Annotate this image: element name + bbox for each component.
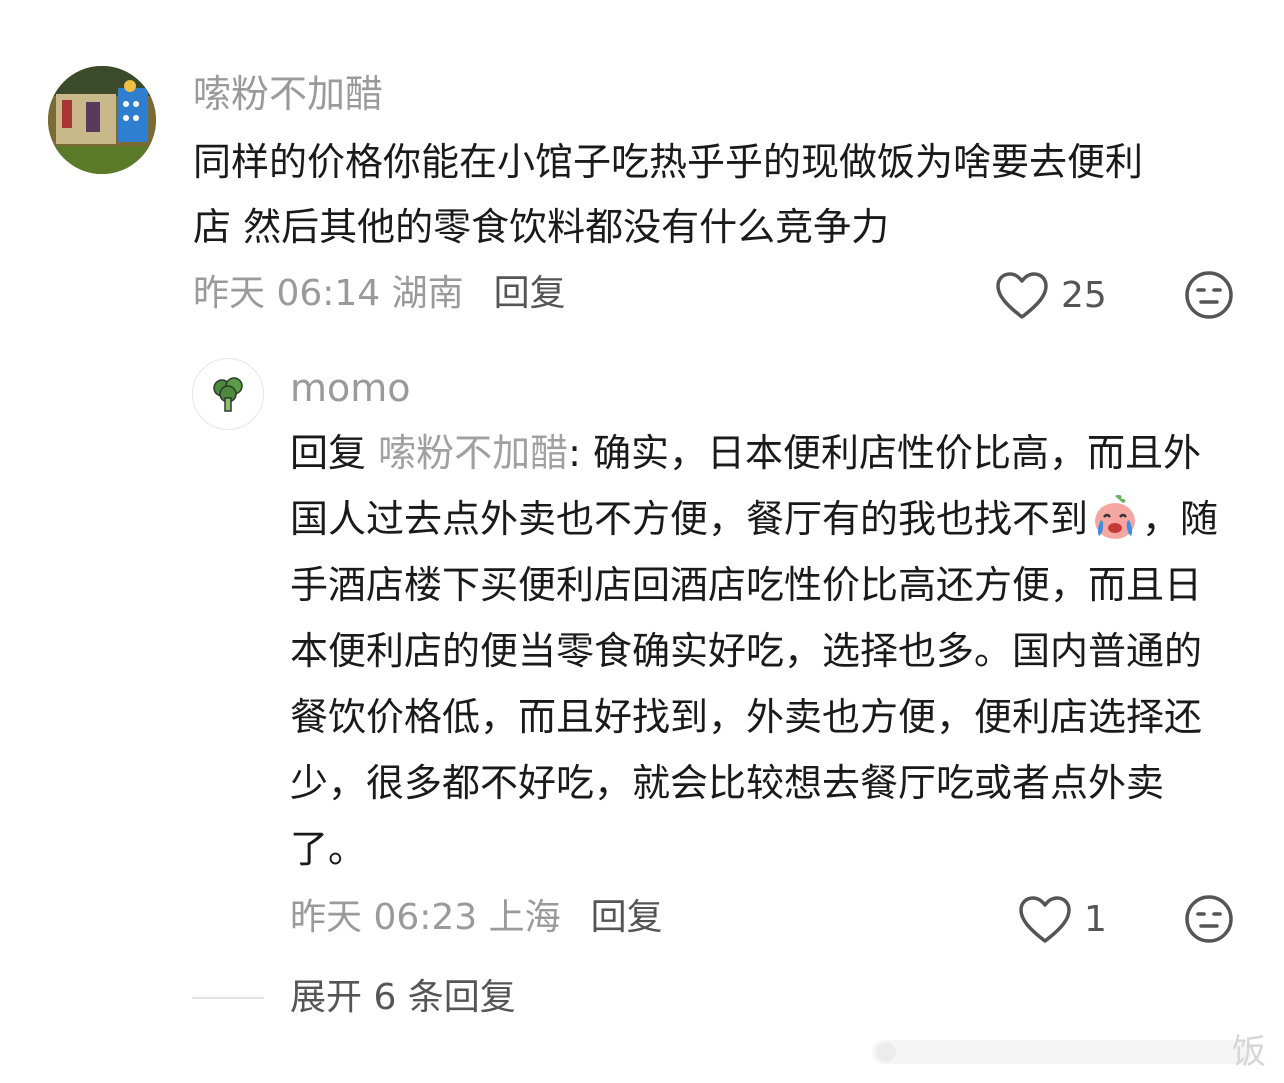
reply-avatar[interactable] xyxy=(192,358,264,430)
reply-time-location: 昨天 06:23 上海 xyxy=(290,897,561,938)
broccoli-icon xyxy=(213,377,243,412)
crying-laughing-emoji xyxy=(1095,495,1136,539)
reply-button[interactable]: 回复 xyxy=(591,897,663,938)
reply-meta: 昨天 06:23 上海 回复 xyxy=(290,890,663,946)
comment-text: 同样的价格你能在小馆子吃热乎乎的现做饭为啥要去便利 店 然后其他的零食饮料都没有… xyxy=(193,130,1253,260)
comment-username[interactable]: 嗦粉不加醋 xyxy=(193,66,383,122)
divider-line xyxy=(192,997,264,999)
neutral-face-icon xyxy=(1185,895,1233,943)
reply-text-part: ，随手酒店楼下买便利店回酒店吃性价比高还方便，而且日本便利店的便当零食确实好吃，… xyxy=(290,497,1219,871)
neutral-face-icon xyxy=(1185,271,1233,319)
like-count: 1 xyxy=(1084,899,1107,940)
dislike-button[interactable] xyxy=(1184,270,1234,320)
comment-time-location: 昨天 06:14 湖南 xyxy=(193,273,464,314)
watermark-logo xyxy=(872,1040,1252,1064)
heart-outline-icon xyxy=(1019,896,1071,943)
watermark-text: 饭 xyxy=(1232,1032,1266,1072)
heart-outline-icon xyxy=(996,272,1048,319)
like-button[interactable]: 1 xyxy=(1018,892,1107,948)
dislike-button[interactable] xyxy=(1184,894,1234,944)
comment-text-line: 店 然后其他的零食饮料都没有什么竞争力 xyxy=(193,205,890,249)
reply-prefix: 回复 xyxy=(290,431,379,475)
reply-button[interactable]: 回复 xyxy=(494,273,566,314)
reply-username[interactable]: momo xyxy=(290,362,411,414)
mention-link[interactable]: 嗦粉不加醋 xyxy=(378,431,568,475)
reply-text: 回复 嗦粉不加醋: 确实，日本便利店性价比高，而且外国人过去点外卖也不方便，餐厅… xyxy=(290,420,1225,882)
user-avatar[interactable] xyxy=(48,66,156,174)
expand-replies-button[interactable]: 展开 6 条回复 xyxy=(290,972,516,1024)
comment-text-line: 同样的价格你能在小馆子吃热乎乎的现做饭为啥要去便利 xyxy=(193,140,1144,184)
like-button[interactable]: 25 xyxy=(995,268,1107,324)
like-count: 25 xyxy=(1061,275,1107,316)
comment-meta: 昨天 06:14 湖南 回复 xyxy=(193,266,566,322)
